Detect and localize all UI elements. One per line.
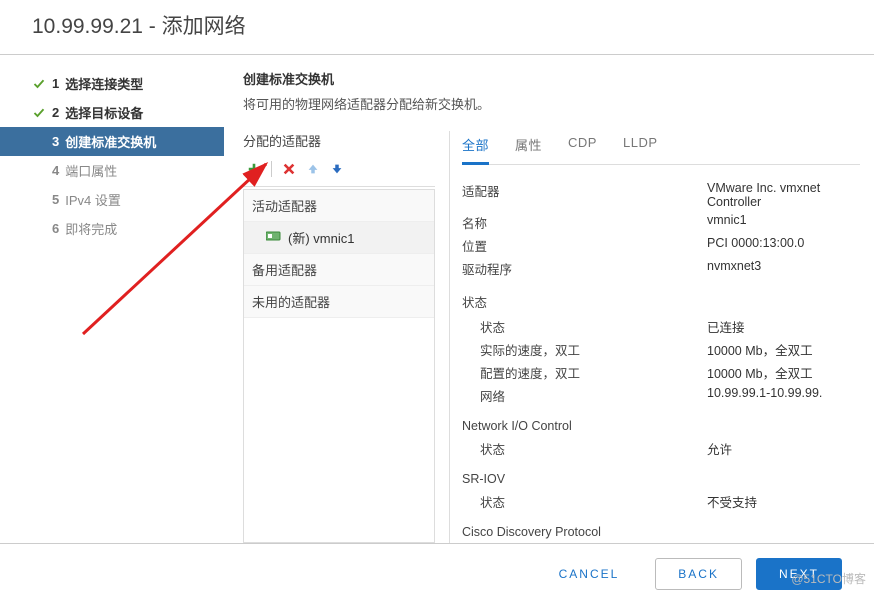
tab-properties[interactable]: 属性 (515, 131, 542, 164)
adapter-label: (新) vmnic1 (288, 228, 354, 247)
check-icon (32, 77, 46, 91)
section-status: 状态 (462, 292, 860, 311)
step-3[interactable]: 3 创建标准交换机 (0, 127, 224, 156)
nic-icon (266, 230, 282, 245)
wizard-steps: 1 选择连接类型 2 选择目标设备 3 创建标准交换机 4 端口属性 5 IPv… (0, 55, 225, 543)
left-panel-title: 分配的适配器 (243, 131, 435, 150)
tab-all[interactable]: 全部 (462, 131, 489, 165)
step-4: 4 端口属性 (0, 156, 224, 185)
step-2[interactable]: 2 选择目标设备 (0, 98, 224, 127)
title-sep: - (143, 15, 162, 38)
detail-tabs: 全部 属性 CDP LLDP (462, 131, 860, 165)
section-nioc: Network I/O Control (462, 419, 860, 433)
dialog-footer: CANCEL BACK NEXT (0, 543, 874, 590)
adapter-toolbar (243, 158, 435, 187)
watermark: @51CTO博客 (791, 570, 866, 587)
move-up-icon[interactable] (302, 158, 324, 180)
page-subheading: 将可用的物理网络适配器分配给新交换机。 (243, 94, 860, 113)
details-pane[interactable]: 适配器VMware Inc. vmxnet Controller 名称vmnic… (462, 165, 860, 543)
group-unused[interactable]: 未用的适配器 (244, 286, 434, 318)
step-6: 6 即将完成 (0, 214, 224, 243)
step-1[interactable]: 1 选择连接类型 (0, 69, 224, 98)
group-active[interactable]: 活动适配器 (244, 190, 434, 222)
cancel-button[interactable]: CANCEL (537, 558, 642, 590)
move-down-icon[interactable] (326, 158, 348, 180)
check-icon (32, 106, 46, 120)
tab-cdp[interactable]: CDP (568, 131, 597, 164)
page-heading: 创建标准交换机 (243, 69, 860, 88)
add-icon[interactable] (243, 158, 265, 180)
step-5: 5 IPv4 设置 (0, 185, 224, 214)
dialog-title: 10.99.99.21 - 添加网络 (0, 0, 874, 55)
title-ip: 10.99.99.21 (32, 15, 143, 38)
remove-icon[interactable] (278, 158, 300, 180)
section-cdp: Cisco Discovery Protocol (462, 525, 860, 539)
tab-lldp[interactable]: LLDP (623, 131, 658, 164)
title-action: 添加网络 (162, 15, 246, 38)
adapter-row[interactable]: (新) vmnic1 (244, 222, 434, 254)
group-standby[interactable]: 备用适配器 (244, 254, 434, 286)
section-sriov: SR-IOV (462, 472, 860, 486)
back-button[interactable]: BACK (655, 558, 742, 590)
adapter-list: 活动适配器 (新) vmnic1 备用适配器 未用的适配器 (243, 189, 435, 543)
